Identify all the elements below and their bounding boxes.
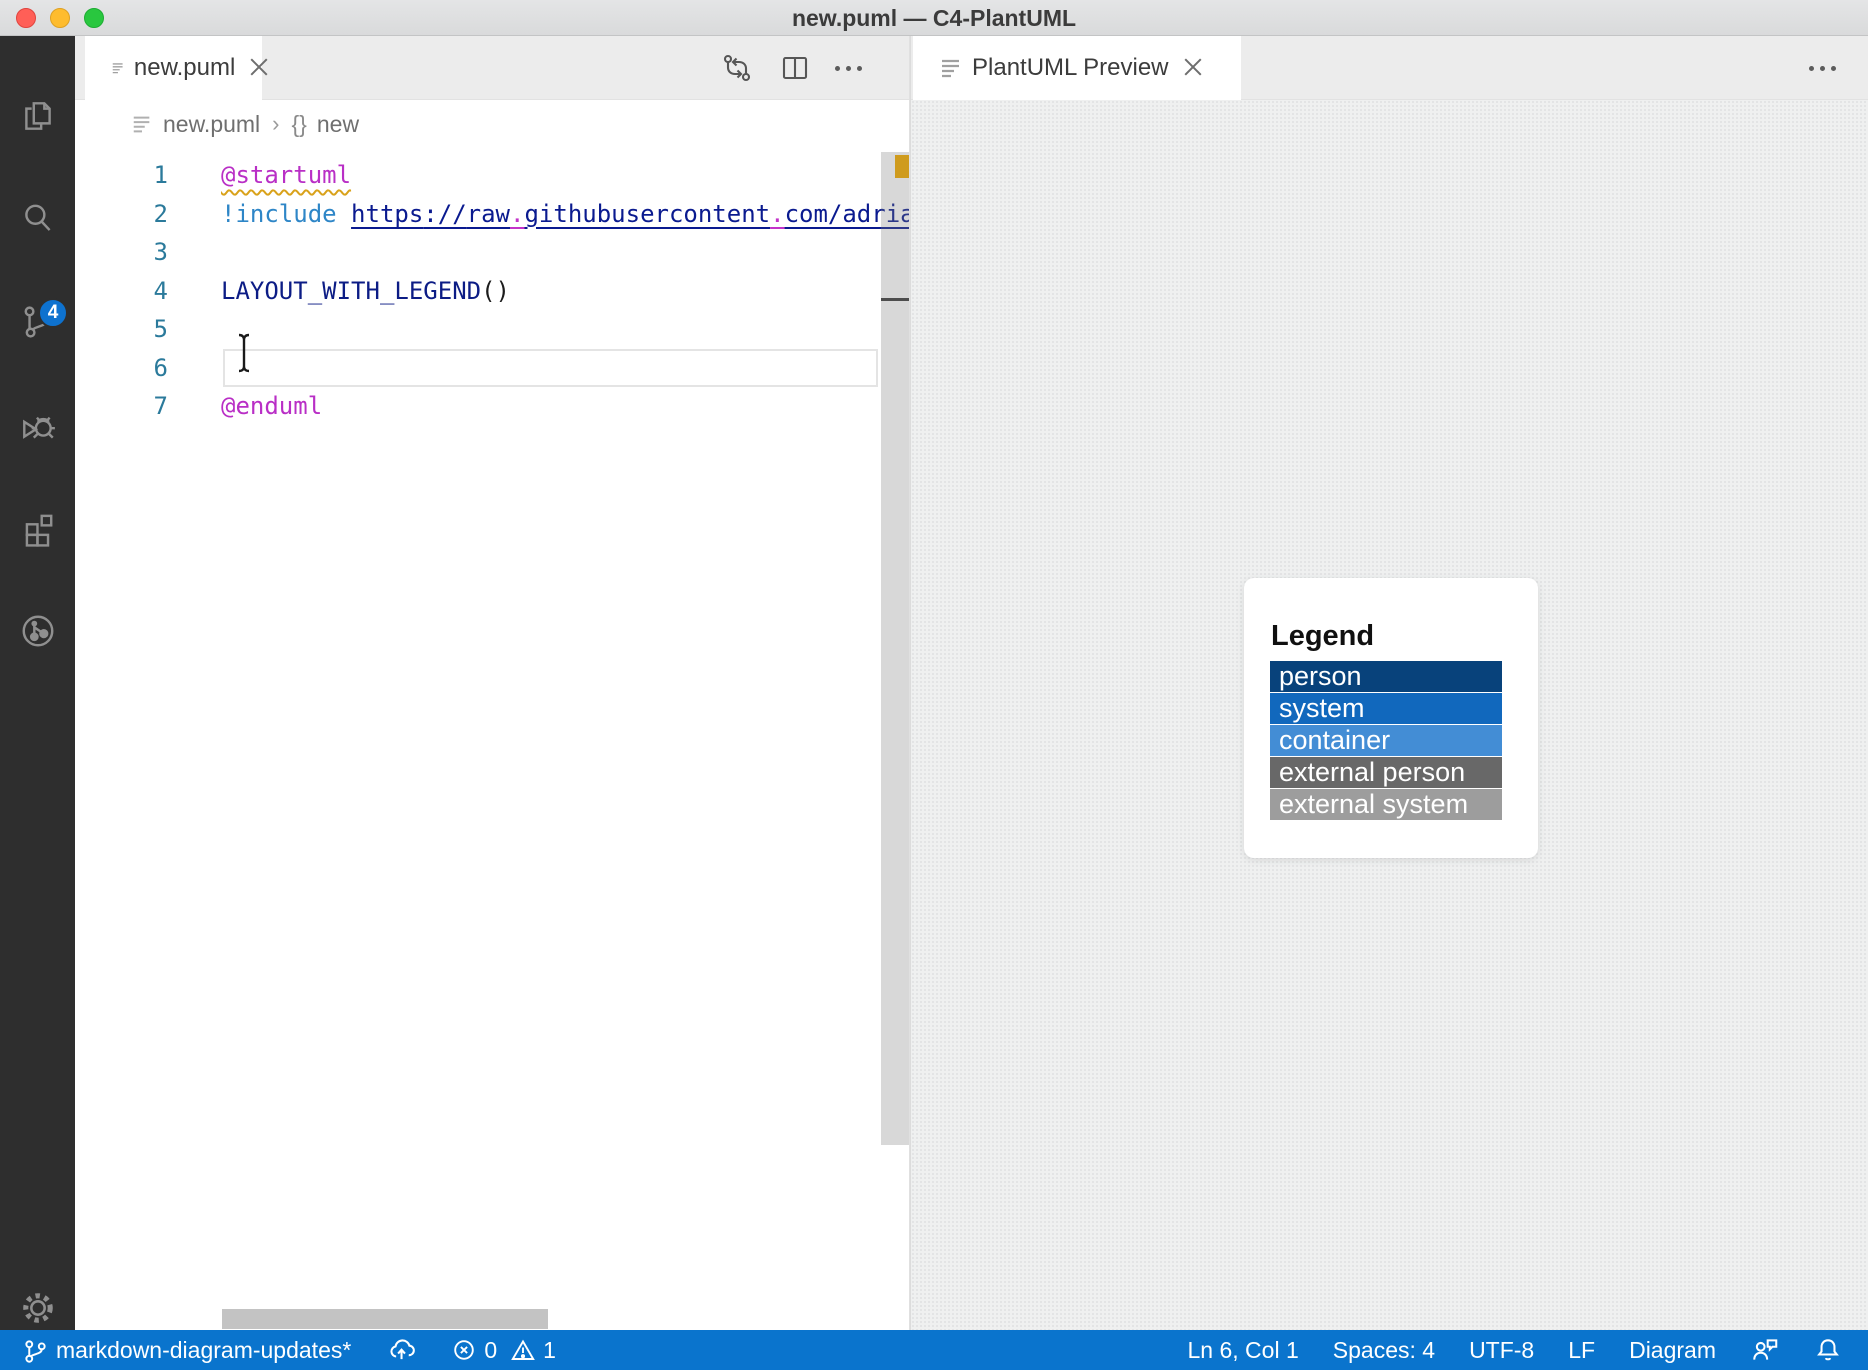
error-count: 0	[484, 1336, 498, 1363]
preview-pane: PlantUML Preview Legend person system co…	[910, 36, 1868, 1330]
file-icon	[112, 63, 123, 74]
code-line-5: 5	[75, 310, 910, 349]
line-number: 3	[153, 238, 168, 266]
code-line-3: 3	[75, 233, 910, 272]
code-line-4: 4 LAYOUT_WITH_LEGEND()	[75, 272, 910, 311]
sidebar-item-search[interactable]	[0, 181, 75, 257]
line-number: 6	[153, 353, 168, 382]
editor-actions	[719, 36, 910, 100]
editor-group: new.puml new.puml › {} new 1 @startuml 2…	[75, 36, 910, 1330]
close-tab-icon[interactable]	[249, 57, 262, 79]
tab-label: new.puml	[133, 54, 236, 81]
code-line-2: 2 !include https://raw.githubusercontent.…	[75, 195, 910, 234]
plantuml-extension-icon	[22, 615, 53, 647]
encoding-status[interactable]: UTF-8	[1469, 1337, 1534, 1364]
line-number: 1	[153, 161, 168, 189]
status-left: markdown-diagram-updates* 0 1	[0, 1336, 1188, 1364]
horizontal-scrollbar-thumb[interactable]	[222, 1309, 548, 1329]
token-enduml: @enduml	[221, 392, 323, 420]
activity-bar: 4	[0, 36, 75, 1330]
tab-new-puml[interactable]: new.puml	[85, 36, 262, 100]
status-right: Ln 6, Col 1 Spaces: 4 UTF-8 LF Diagram	[1188, 1335, 1868, 1365]
code-lines: 1 @startuml 2 !include https://raw.githubu…	[75, 156, 910, 426]
legend-rows: person system container external person …	[1270, 661, 1502, 820]
legend-row-external-system: external system	[1270, 789, 1502, 820]
sidebar-item-plantuml[interactable]	[0, 593, 75, 669]
line-number: 2	[153, 199, 168, 228]
token-url[interactable]: https	[351, 200, 423, 228]
more-actions-icon[interactable]	[835, 65, 862, 71]
open-changes-icon[interactable]	[719, 50, 755, 86]
vertical-scrollbar[interactable]	[881, 152, 910, 1330]
legend-row-container: container	[1270, 725, 1502, 756]
extensions-icon	[25, 514, 52, 547]
sidebar-item-extensions[interactable]	[0, 490, 75, 566]
more-actions-icon[interactable]	[1809, 65, 1836, 71]
symbol-braces-icon: {}	[291, 110, 307, 137]
sidebar-item-explorer[interactable]	[0, 78, 75, 154]
branch-status-item[interactable]: markdown-diagram-updates*	[22, 1337, 351, 1364]
legend-card: Legend person system container external …	[1244, 578, 1538, 858]
language-mode-status[interactable]: Diagram	[1629, 1337, 1716, 1364]
code-line-1: 1 @startuml	[75, 156, 910, 195]
files-icon	[24, 102, 51, 130]
split-editor-icon[interactable]	[777, 50, 813, 86]
tab-label: PlantUML Preview	[972, 54, 1169, 81]
close-tab-icon[interactable]	[1183, 57, 1205, 79]
plantuml-preview-canvas[interactable]: Legend person system container external …	[911, 100, 1868, 1330]
debug-icon	[22, 416, 55, 439]
file-icon	[942, 59, 959, 78]
sidebar-item-source-control[interactable]: 4	[0, 284, 75, 360]
breadcrumb-file[interactable]: new.puml	[163, 111, 260, 138]
preview-actions	[1809, 36, 1868, 100]
line-number: 4	[153, 276, 168, 305]
legend-row-external-person: external person	[1270, 757, 1502, 788]
problems-status-item[interactable]: 0 1	[451, 1337, 556, 1364]
warning-count: 1	[543, 1336, 556, 1363]
line-number: 7	[153, 392, 168, 420]
git-branch-icon	[25, 1339, 46, 1363]
breadcrumb-symbol[interactable]: new	[317, 111, 359, 138]
token-include: !include	[221, 199, 337, 228]
cursor-position-status[interactable]: Ln 6, Col 1	[1188, 1337, 1299, 1364]
search-icon	[24, 204, 50, 231]
tab-plantuml-preview[interactable]: PlantUML Preview	[913, 36, 1241, 100]
breadcrumb-separator: ›	[272, 111, 280, 136]
code-line-6: 6	[75, 349, 910, 388]
sidebar-item-run-debug[interactable]	[0, 387, 75, 463]
code-editor[interactable]: 1 @startuml 2 !include https://raw.githubu…	[75, 148, 910, 1330]
token-layout-macro: LAYOUT_WITH_LEGEND	[221, 276, 482, 305]
window-title: new.puml — C4-PlantUML	[791, 5, 1077, 31]
branch-name: markdown-diagram-updates*	[56, 1336, 352, 1363]
overview-cursor-marker	[881, 298, 910, 301]
legend-title: Legend	[1271, 620, 1375, 652]
warning-icon	[511, 1339, 535, 1360]
error-icon	[454, 1340, 475, 1360]
legend-row-person: person	[1270, 661, 1502, 692]
titlebar: new.puml — C4-PlantUML	[0, 0, 1868, 36]
status-bar: markdown-diagram-updates* 0 1 Ln 6, Col …	[0, 1330, 1868, 1370]
source-control-badge: 4	[38, 298, 68, 328]
gear-icon	[22, 1293, 53, 1323]
feedback-icon[interactable]	[1750, 1335, 1780, 1365]
editor-tab-bar: new.puml	[75, 36, 910, 100]
breadcrumb: new.puml › {} new	[75, 100, 910, 148]
legend-row-system: system	[1270, 693, 1502, 724]
preview-tab-bar: PlantUML Preview	[911, 36, 1868, 100]
publish-status-item[interactable]	[387, 1336, 416, 1364]
overview-warning-marker	[895, 155, 910, 178]
cloud-upload-icon	[390, 1339, 416, 1360]
file-icon	[133, 116, 150, 133]
line-number: 5	[153, 315, 168, 343]
ibeam-mouse-cursor	[238, 333, 250, 373]
indentation-status[interactable]: Spaces: 4	[1333, 1337, 1435, 1364]
eol-status[interactable]: LF	[1568, 1337, 1595, 1364]
bell-icon[interactable]	[1814, 1336, 1842, 1364]
token-startuml: @startuml	[221, 161, 352, 189]
code-line-7: 7 @enduml	[75, 387, 910, 426]
